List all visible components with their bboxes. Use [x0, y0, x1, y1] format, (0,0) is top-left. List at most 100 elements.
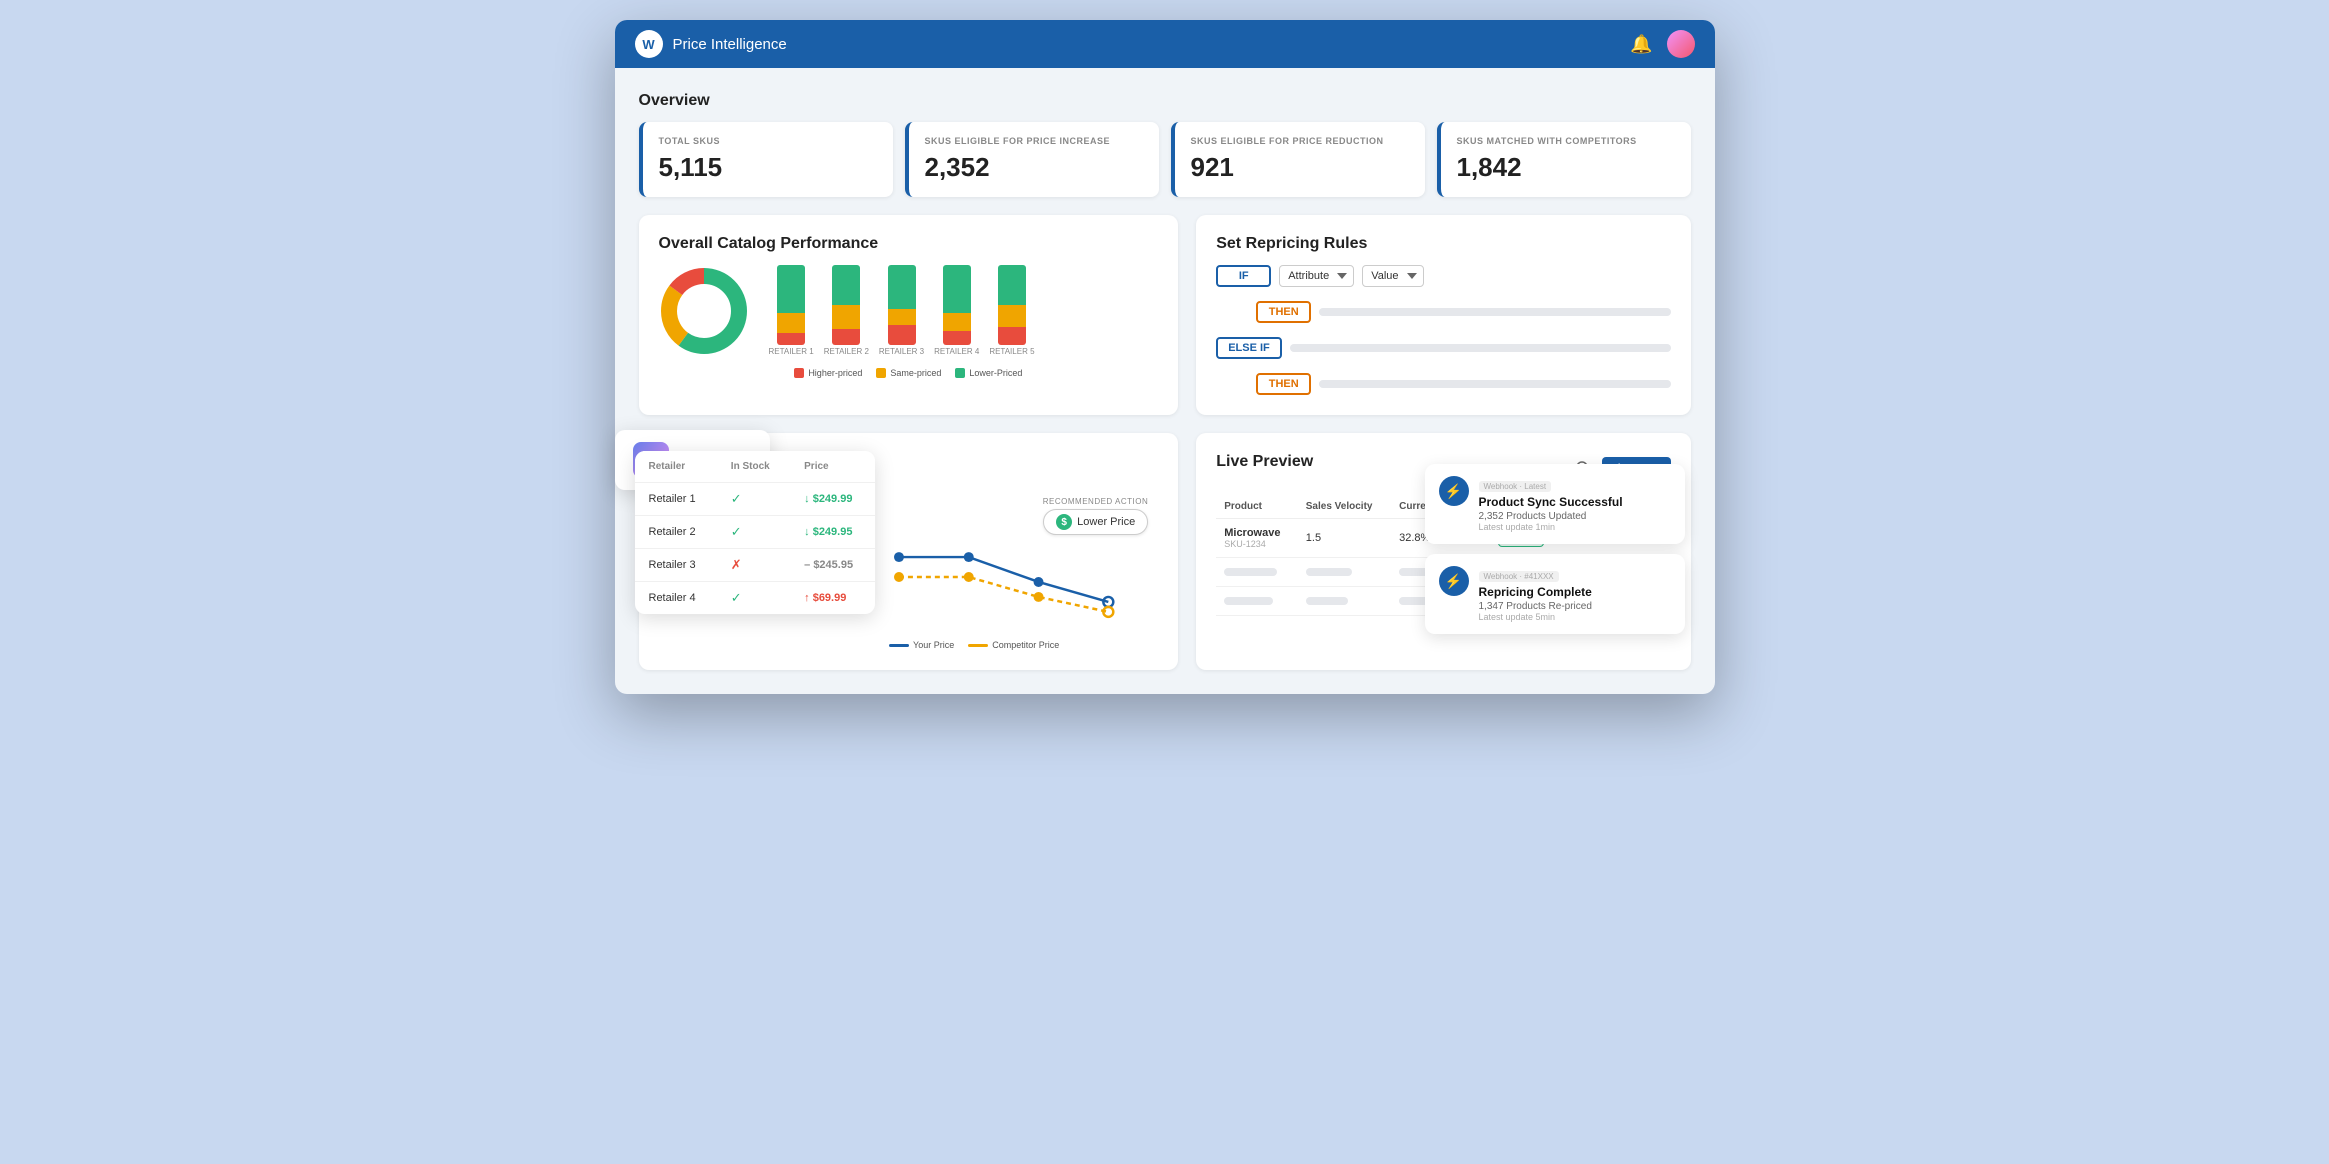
your-price-line-indicator	[889, 644, 909, 647]
notif-tag-2: Webhook · #41XXX	[1479, 571, 1559, 582]
col-sales-velocity: Sales Velocity	[1298, 495, 1391, 519]
overview-card-label-0: TOTAL SKUs	[659, 136, 877, 146]
dollar-icon: $	[1056, 514, 1072, 530]
retailer-price-0: ↓ $249.99	[790, 483, 874, 516]
bar-higher-0	[777, 333, 805, 345]
skeleton-bar	[1306, 568, 1352, 576]
lower-price-button[interactable]: $ Lower Price	[1043, 509, 1148, 535]
bar-stack-3	[943, 265, 971, 345]
product-cell: Microwave SKU-1234	[1216, 519, 1298, 558]
user-avatar[interactable]	[1667, 30, 1695, 58]
overview-card-value-3: 1,842	[1457, 152, 1675, 183]
bar-same-3	[943, 313, 971, 331]
col-product: Product	[1216, 495, 1298, 519]
retailer-table-row: Retailer 4 ✓ ↑ $69.99	[635, 582, 875, 615]
price-value-1: ↓ $249.95	[804, 526, 852, 538]
bar-higher-1	[832, 329, 860, 345]
notif-time-1: Latest update 1min	[1479, 522, 1623, 532]
bar-group-0: RETAILER 1	[769, 265, 814, 356]
notif-title-1: Product Sync Successful	[1479, 495, 1623, 509]
retailer-price-1: ↓ $249.95	[790, 516, 874, 549]
live-preview-title: Live Preview	[1216, 453, 1313, 471]
cross-icon: ✗	[731, 557, 742, 572]
legend-your-price: Your Price	[889, 640, 954, 650]
bar-charts: RETAILER 1 RETAILER 2 RETAILER 3 RETAILE…	[769, 265, 1159, 356]
price-value-3: ↑ $69.99	[804, 592, 846, 604]
price-col-header: Price	[790, 451, 874, 483]
retailer-stock-2: ✗	[717, 549, 790, 582]
retailer-stock-3: ✓	[717, 582, 790, 615]
bar-lower-2	[888, 265, 916, 309]
retailer-name-3: Retailer 4	[635, 582, 717, 615]
rules-area: IF Attribute Value THEN	[1216, 265, 1670, 395]
title-bar-left: W Price Intelligence	[635, 30, 787, 58]
retailer-table-row: Retailer 3 ✗ – $245.95	[635, 549, 875, 582]
overview-card-1: SKUs ELIGIBLE FOR PRICE INCREASE 2,352	[905, 122, 1159, 197]
retailer-price-2: – $245.95	[790, 549, 874, 582]
notif-desc-1: 2,352 Products Updated	[1479, 511, 1623, 522]
bar-label-0: RETAILER 1	[769, 347, 814, 356]
app-logo: W	[635, 30, 663, 58]
legend-same-dot	[876, 368, 886, 378]
notification-bell-icon[interactable]: 🔔	[1630, 34, 1652, 55]
bar-higher-2	[888, 325, 916, 345]
retailer-name-2: Retailer 3	[635, 549, 717, 582]
price-value-0: ↓ $249.99	[804, 493, 852, 505]
repricing-rules-panel: Set Repricing Rules IF Attribute Value	[1196, 215, 1690, 415]
legend-higher: Higher-priced	[794, 368, 862, 378]
title-bar: W Price Intelligence 🔔	[615, 20, 1715, 68]
middle-row: Overall Catalog Performance	[639, 215, 1691, 415]
product-name: Microwave	[1224, 527, 1290, 539]
bar-group-2: RETAILER 3	[879, 265, 924, 356]
instock-col-header: In Stock	[717, 451, 790, 483]
elseif-row: ELSE IF	[1216, 337, 1670, 359]
if-badge: IF	[1216, 265, 1271, 287]
price-chart: RECOMMENDED ACTION $ Lower Price	[879, 497, 1158, 650]
then-badge-2: THEN	[1256, 373, 1311, 395]
bar-same-4	[998, 305, 1026, 327]
notification-card-2: ⚡ Webhook · #41XXX Repricing Complete 1,…	[1425, 554, 1685, 634]
skeleton-bar	[1306, 597, 1349, 605]
if-row: IF Attribute Value	[1216, 265, 1670, 287]
notifications-panel: ⚡ Webhook · Latest Product Sync Successf…	[1425, 464, 1685, 634]
notif-tag-1: Webhook · Latest	[1479, 481, 1552, 492]
bar-label-4: RETAILER 5	[989, 347, 1034, 356]
attribute-select[interactable]: Attribute	[1279, 265, 1354, 287]
check-icon: ✓	[731, 590, 742, 605]
donut-chart	[659, 266, 749, 356]
bar-group-1: RETAILER 2	[824, 265, 869, 356]
action-label: Lower Price	[1077, 516, 1135, 528]
notif-bolt-icon-2: ⚡	[1439, 566, 1469, 596]
elseif-badge: ELSE IF	[1216, 337, 1282, 359]
overview-card-label-3: SKUs MATCHED WITH COMPETITORS	[1457, 136, 1675, 146]
chart-legend-bottom: Your Price Competitor Price	[889, 640, 1148, 650]
bar-lower-1	[832, 265, 860, 305]
legend-same-label: Same-priced	[890, 368, 941, 378]
value-select[interactable]: Value	[1362, 265, 1424, 287]
overview-section: Overview TOTAL SKUs 5,115 SKUs ELIGIBLE …	[639, 92, 1691, 197]
legend-same: Same-priced	[876, 368, 941, 378]
bar-stack-1	[832, 265, 860, 345]
competitor-price-line-indicator	[968, 644, 988, 647]
recommended-label: RECOMMENDED ACTION	[1043, 497, 1148, 506]
title-bar-right: 🔔	[1630, 30, 1694, 58]
overview-card-value-2: 921	[1191, 152, 1409, 183]
your-price-legend-label: Your Price	[913, 640, 954, 650]
bar-group-4: RETAILER 5	[989, 265, 1034, 356]
legend-lower-label: Lower-Priced	[969, 368, 1022, 378]
app-title: Price Intelligence	[673, 36, 787, 53]
bar-stack-0	[777, 265, 805, 345]
retailer-stock-1: ✓	[717, 516, 790, 549]
overview-card-value-0: 5,115	[659, 152, 877, 183]
notification-card-1: ⚡ Webhook · Latest Product Sync Successf…	[1425, 464, 1685, 544]
then-row-2: THEN	[1216, 373, 1670, 395]
legend-lower-dot	[955, 368, 965, 378]
skeleton-bar	[1224, 597, 1273, 605]
then-row-1: THEN	[1216, 301, 1670, 323]
bar-label-2: RETAILER 3	[879, 347, 924, 356]
bar-label-3: RETAILER 4	[934, 347, 979, 356]
overview-card-label-1: SKUs ELIGIBLE FOR PRICE INCREASE	[925, 136, 1143, 146]
overview-card-value-1: 2,352	[925, 152, 1143, 183]
notif-title-2: Repricing Complete	[1479, 585, 1592, 599]
rules-title: Set Repricing Rules	[1216, 235, 1670, 253]
